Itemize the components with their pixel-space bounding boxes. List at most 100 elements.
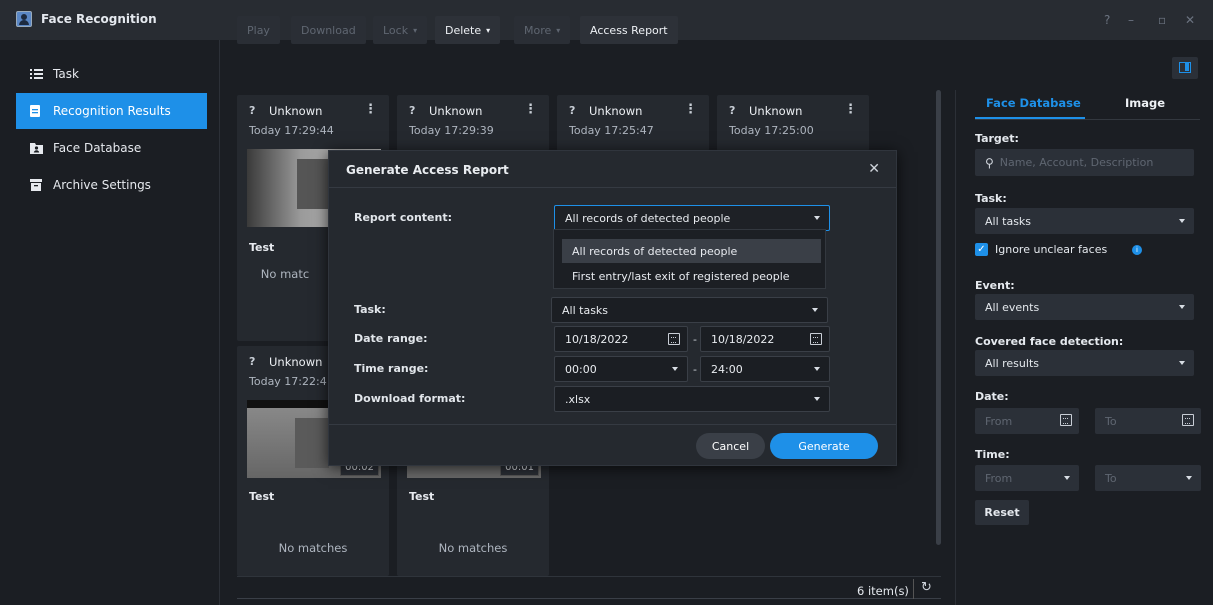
sidebar-item-recognition-results[interactable]: Recognition Results	[16, 93, 207, 129]
card-label: Test	[249, 241, 275, 254]
time-to-placeholder: To	[1105, 471, 1117, 485]
refresh-icon[interactable]: ↻	[921, 580, 932, 595]
date-to-input[interactable]: To	[1095, 408, 1201, 434]
report-content-label: Report content:	[354, 211, 452, 224]
task-value: All tasks	[562, 303, 609, 317]
unknown-question-icon: ?	[569, 104, 576, 117]
event-select[interactable]: All events	[975, 294, 1194, 320]
footer-bottom-line	[237, 598, 941, 599]
window-title: Face Recognition	[41, 12, 157, 26]
covered-face-label: Covered face detection:	[975, 335, 1124, 348]
card-label: Test	[409, 490, 435, 503]
search-icon: ⚲	[985, 155, 994, 170]
delete-label: Delete	[445, 23, 482, 37]
task-select-value: All tasks	[985, 214, 1032, 228]
download-format-select[interactable]: .xlsx	[554, 386, 830, 412]
lock-label: Lock	[383, 23, 409, 37]
more-options-icon[interactable]: ⋮	[684, 102, 697, 117]
task-label: Task:	[975, 192, 1007, 205]
chevron-down-icon	[672, 367, 678, 371]
report-content-select[interactable]: All records of detected people	[554, 205, 830, 231]
card-name: Unknown	[269, 104, 323, 118]
card-time: Today 17:25:00	[729, 124, 814, 137]
sidebar-item-task[interactable]: Task	[16, 56, 207, 92]
time-to-select[interactable]: 24:00	[700, 356, 830, 382]
dialog-header-divider	[329, 187, 896, 188]
lock-button[interactable]: Lock ▾	[373, 16, 428, 44]
sidebar-item-label: Archive Settings	[53, 178, 151, 192]
footer-separator	[913, 579, 914, 599]
sidebar-item-face-database[interactable]: Face Database	[16, 130, 207, 166]
unknown-question-icon: ?	[729, 104, 736, 117]
archive-icon	[30, 179, 43, 191]
date-range-label: Date range:	[354, 332, 428, 345]
chevron-down-icon	[1179, 219, 1185, 223]
unknown-question-icon: ?	[249, 355, 256, 368]
time-from-select[interactable]: From	[975, 465, 1079, 491]
more-button[interactable]: More ▾	[514, 16, 571, 44]
calendar-icon	[810, 333, 822, 345]
unknown-question-icon: ?	[409, 104, 416, 117]
scrollbar[interactable]	[936, 90, 941, 545]
target-label: Target:	[975, 132, 1019, 145]
task-select[interactable]: All tasks	[551, 297, 828, 323]
list-icon	[30, 68, 43, 80]
delete-button[interactable]: Delete ▾	[435, 16, 501, 44]
unknown-question-icon: ?	[249, 104, 256, 117]
time-to-value: 24:00	[711, 362, 743, 376]
close-icon[interactable]: ✕	[868, 161, 880, 177]
more-options-icon[interactable]: ⋮	[844, 102, 857, 117]
calendar-icon	[1182, 414, 1194, 426]
card-label: Test	[249, 490, 275, 503]
play-button[interactable]: Play	[237, 16, 280, 44]
generate-access-report-dialog: Generate Access Report ✕ Report content:…	[328, 150, 897, 466]
result-card[interactable]: ? Unknown ⋮ Today 17:25:47	[557, 95, 709, 151]
chevron-down-icon	[812, 308, 818, 312]
covered-face-select[interactable]: All results	[975, 350, 1194, 376]
ignore-unclear-checkbox[interactable]: ✓	[975, 243, 988, 256]
card-time: Today 17:25:47	[569, 124, 654, 137]
card-name: Unknown	[429, 104, 483, 118]
time-from-placeholder: From	[985, 471, 1013, 485]
pixelated-face	[295, 418, 329, 468]
generate-button[interactable]: Generate	[770, 433, 878, 459]
sidebar-item-label: Face Database	[53, 141, 142, 155]
chevron-down-icon	[1179, 361, 1185, 365]
access-report-button[interactable]: Access Report	[580, 16, 678, 44]
option-all-records[interactable]: All records of detected people	[562, 239, 821, 263]
option-first-entry-last-exit[interactable]: First entry/last exit of registered peop…	[562, 264, 821, 288]
download-format-value: .xlsx	[565, 392, 591, 406]
chevron-down-icon: ▾	[413, 25, 418, 35]
date-from-input[interactable]: 10/18/2022	[554, 326, 688, 352]
time-to-select[interactable]: To	[1095, 465, 1201, 491]
cancel-button[interactable]: Cancel	[696, 433, 765, 459]
task-select[interactable]: All tasks	[975, 208, 1194, 234]
download-format-label: Download format:	[354, 392, 466, 405]
time-range-label: Time range:	[354, 362, 429, 375]
time-from-select[interactable]: 00:00	[554, 356, 688, 382]
covered-face-select-value: All results	[985, 356, 1039, 370]
no-matches-text: No matches	[438, 541, 508, 555]
chevron-down-icon: ▾	[486, 25, 491, 35]
result-card[interactable]: ? Unknown ⋮ Today 17:29:39	[397, 95, 549, 151]
more-options-icon[interactable]: ⋮	[364, 102, 377, 117]
info-icon[interactable]: i	[1132, 245, 1142, 255]
result-card[interactable]: ? Unknown ⋮ Today 17:25:00	[717, 95, 869, 151]
folder-person-icon	[30, 142, 43, 154]
card-name: Unknown	[589, 104, 643, 118]
date-from-input[interactable]: From	[975, 408, 1079, 434]
download-button[interactable]: Download	[291, 16, 366, 44]
date-to-input[interactable]: 10/18/2022	[700, 326, 830, 352]
report-content-dropdown: All records of detected people First ent…	[553, 229, 826, 289]
dialog-title: Generate Access Report	[346, 163, 509, 177]
no-matches-text: No matches	[278, 541, 348, 555]
sidebar: Task Recognition Results Face Database A…	[0, 40, 220, 605]
range-dash: -	[693, 363, 697, 376]
chevron-down-icon	[1064, 476, 1070, 480]
target-search-input[interactable]: ⚲ Name, Account, Description	[975, 149, 1194, 176]
more-label: More	[524, 23, 552, 37]
more-options-icon[interactable]: ⋮	[524, 102, 537, 117]
dialog-footer-divider	[329, 424, 896, 425]
sidebar-item-archive-settings[interactable]: Archive Settings	[16, 167, 207, 203]
reset-button[interactable]: Reset	[975, 500, 1029, 525]
